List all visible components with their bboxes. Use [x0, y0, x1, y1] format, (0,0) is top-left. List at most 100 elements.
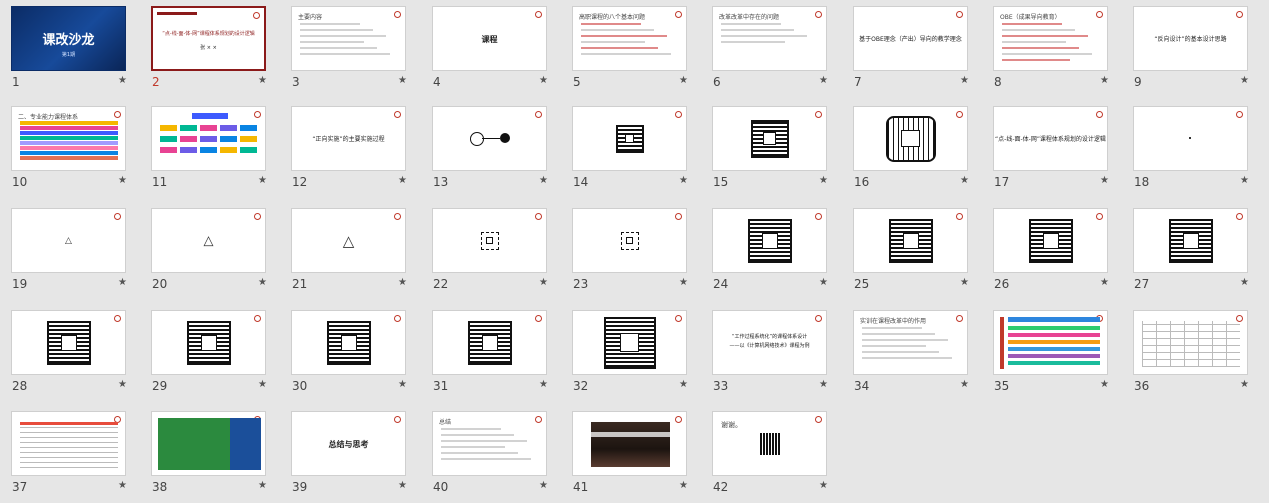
star-icon[interactable]: ★: [118, 175, 127, 186]
slide-thumbnail-item[interactable]: 35 ★: [982, 304, 1109, 396]
star-icon[interactable]: ★: [539, 379, 548, 390]
slide-thumbnail-item[interactable]: 实训在课程改革中的作用 34 ★: [842, 304, 969, 396]
star-icon[interactable]: ★: [960, 75, 969, 86]
slide-preview[interactable]: [432, 106, 547, 171]
slide-preview[interactable]: OBE（成果导向教育）: [993, 6, 1108, 71]
slide-thumbnail-item[interactable]: 基于OBE理念（产出）导向的教学理念 7 ★: [842, 0, 969, 92]
slide-preview[interactable]: 基于OBE理念（产出）导向的教学理念: [853, 6, 968, 71]
star-icon[interactable]: ★: [1100, 277, 1109, 288]
slide-preview[interactable]: 总结: [432, 411, 547, 476]
star-icon[interactable]: ★: [398, 277, 407, 288]
slide-thumbnail-item[interactable]: 15 ★: [701, 100, 828, 192]
slide-preview[interactable]: 二、专业能力课程体系: [11, 106, 126, 171]
star-icon[interactable]: ★: [118, 75, 127, 86]
slide-preview[interactable]: “点-线-面-体-网”课程体系规划的设计逻辑张 × ×: [151, 6, 266, 71]
slide-thumbnail-item[interactable]: 22 ★: [421, 202, 548, 294]
slide-thumbnail-item[interactable]: 总结与思考 39 ★: [280, 405, 407, 497]
star-icon[interactable]: ★: [258, 277, 267, 288]
slide-thumbnail-item[interactable]: 41 ★: [561, 405, 688, 497]
slide-thumbnail-item[interactable]: 改革改革中存在的问题 6 ★: [701, 0, 828, 92]
star-icon[interactable]: ★: [539, 480, 548, 491]
slide-preview[interactable]: [572, 310, 687, 375]
slide-preview[interactable]: [712, 208, 827, 273]
slide-thumbnail-item[interactable]: 16 ★: [842, 100, 969, 192]
slide-thumbnail-item[interactable]: 课程 4 ★: [421, 0, 548, 92]
star-icon[interactable]: ★: [1100, 379, 1109, 390]
star-icon[interactable]: ★: [258, 175, 267, 186]
star-icon[interactable]: ★: [1240, 175, 1249, 186]
slide-preview[interactable]: [151, 310, 266, 375]
slide-preview[interactable]: [1133, 106, 1248, 171]
slide-preview[interactable]: [432, 310, 547, 375]
star-icon[interactable]: ★: [960, 379, 969, 390]
slide-thumbnail-item[interactable]: 37 ★: [0, 405, 127, 497]
star-icon[interactable]: ★: [819, 480, 828, 491]
slide-thumbnail-item[interactable]: “正向实施”的主要实施过程 12 ★: [280, 100, 407, 192]
slide-thumbnail-item[interactable]: 36 ★: [1122, 304, 1249, 396]
slide-thumbnail-item[interactable]: 38 ★: [140, 405, 267, 497]
slide-thumbnail-item[interactable]: △ 19 ★: [0, 202, 127, 294]
star-icon[interactable]: ★: [118, 277, 127, 288]
slide-preview[interactable]: [853, 106, 968, 171]
slide-thumbnail-item[interactable]: 课改沙龙 第1期 1 ★: [0, 0, 127, 92]
slide-thumbnail-item[interactable]: “点-线-面-体-网”课程体系规划的设计逻辑 17 ★: [982, 100, 1109, 192]
slide-preview[interactable]: 改革改革中存在的问题: [712, 6, 827, 71]
star-icon[interactable]: ★: [679, 379, 688, 390]
slide-preview[interactable]: [1133, 208, 1248, 273]
star-icon[interactable]: ★: [679, 480, 688, 491]
star-icon[interactable]: ★: [1240, 277, 1249, 288]
slide-thumbnail-item[interactable]: 27 ★: [1122, 202, 1249, 294]
slide-preview[interactable]: [572, 411, 687, 476]
slide-preview[interactable]: 总结与思考: [291, 411, 406, 476]
star-icon[interactable]: ★: [679, 175, 688, 186]
slide-preview[interactable]: [432, 208, 547, 273]
star-icon[interactable]: ★: [398, 379, 407, 390]
star-icon[interactable]: ★: [1100, 75, 1109, 86]
slide-thumbnail-item[interactable]: 29 ★: [140, 304, 267, 396]
star-icon[interactable]: ★: [258, 480, 267, 491]
slide-preview[interactable]: [993, 208, 1108, 273]
slide-preview[interactable]: “反向设计”的基本设计思路: [1133, 6, 1248, 71]
slide-preview[interactable]: 课改沙龙 第1期: [11, 6, 126, 71]
star-icon[interactable]: ★: [398, 480, 407, 491]
star-icon[interactable]: ★: [539, 277, 548, 288]
star-icon[interactable]: ★: [258, 379, 267, 390]
slide-preview[interactable]: 课程: [432, 6, 547, 71]
slide-preview[interactable]: [572, 208, 687, 273]
slide-thumbnail-item[interactable]: “反向设计”的基本设计思路 9 ★: [1122, 0, 1249, 92]
star-icon[interactable]: ★: [258, 75, 267, 86]
slide-thumbnail-item[interactable]: △ 20 ★: [140, 202, 267, 294]
slide-thumbnail-item[interactable]: 28 ★: [0, 304, 127, 396]
slide-thumbnail-item[interactable]: 13 ★: [421, 100, 548, 192]
slide-thumbnail-item[interactable]: OBE（成果导向教育） 8 ★: [982, 0, 1109, 92]
slide-preview[interactable]: [151, 106, 266, 171]
star-icon[interactable]: ★: [960, 175, 969, 186]
star-icon[interactable]: ★: [819, 379, 828, 390]
slide-preview[interactable]: [572, 106, 687, 171]
slide-thumbnail-item[interactable]: 23 ★: [561, 202, 688, 294]
slide-preview[interactable]: △: [291, 208, 406, 273]
slide-preview[interactable]: [151, 411, 266, 476]
star-icon[interactable]: ★: [679, 75, 688, 86]
slide-preview[interactable]: [291, 310, 406, 375]
slide-preview[interactable]: [11, 411, 126, 476]
slide-thumbnail-item[interactable]: 24 ★: [701, 202, 828, 294]
star-icon[interactable]: ★: [819, 277, 828, 288]
slide-preview[interactable]: 高职课程的八个基本问题: [572, 6, 687, 71]
slide-thumbnail-item[interactable]: △ 21 ★: [280, 202, 407, 294]
slide-thumbnail-item[interactable]: 二、专业能力课程体系 10 ★: [0, 100, 127, 192]
star-icon[interactable]: ★: [960, 277, 969, 288]
slide-preview[interactable]: △: [11, 208, 126, 273]
slide-preview[interactable]: 主要内容: [291, 6, 406, 71]
star-icon[interactable]: ★: [1100, 175, 1109, 186]
slide-preview[interactable]: “工作过程系统化”的课程体系设计 ——以《计算机网络技术》课程为例: [712, 310, 827, 375]
slide-preview[interactable]: “正向实施”的主要实施过程: [291, 106, 406, 171]
star-icon[interactable]: ★: [819, 175, 828, 186]
slide-thumbnail-item[interactable]: 14 ★: [561, 100, 688, 192]
star-icon[interactable]: ★: [539, 75, 548, 86]
star-icon[interactable]: ★: [679, 277, 688, 288]
slide-thumbnail-item[interactable]: 谢谢。 42 ★: [701, 405, 828, 497]
slide-preview[interactable]: [853, 208, 968, 273]
star-icon[interactable]: ★: [118, 379, 127, 390]
star-icon[interactable]: ★: [118, 480, 127, 491]
